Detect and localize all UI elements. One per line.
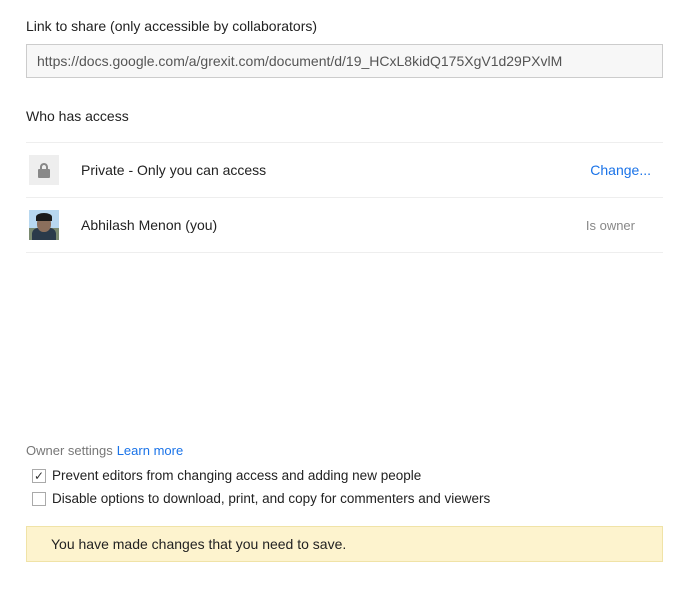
lock-icon xyxy=(29,155,59,185)
user-name: Abhilash Menon (you) xyxy=(81,217,586,233)
prevent-editors-label: Prevent editors from changing access and… xyxy=(52,468,421,483)
save-changes-notice: You have made changes that you need to s… xyxy=(26,526,663,562)
prevent-editors-option[interactable]: ✓ Prevent editors from changing access a… xyxy=(32,468,663,483)
user-row: Abhilash Menon (you) Is owner xyxy=(26,198,663,253)
disable-download-checkbox[interactable] xyxy=(32,492,46,506)
change-access-link[interactable]: Change... xyxy=(590,162,651,178)
share-link-input[interactable] xyxy=(26,44,663,78)
avatar xyxy=(29,210,59,240)
prevent-editors-checkbox[interactable]: ✓ xyxy=(32,469,46,483)
privacy-row: Private - Only you can access Change... xyxy=(26,142,663,198)
disable-download-option[interactable]: Disable options to download, print, and … xyxy=(32,491,663,506)
owner-settings-label: Owner settingsLearn more xyxy=(26,443,663,458)
learn-more-link[interactable]: Learn more xyxy=(117,443,183,458)
disable-download-label: Disable options to download, print, and … xyxy=(52,491,490,506)
user-role: Is owner xyxy=(586,218,635,233)
who-has-access-heading: Who has access xyxy=(26,108,663,124)
link-share-label: Link to share (only accessible by collab… xyxy=(26,18,663,34)
privacy-text: Private - Only you can access xyxy=(81,162,590,178)
